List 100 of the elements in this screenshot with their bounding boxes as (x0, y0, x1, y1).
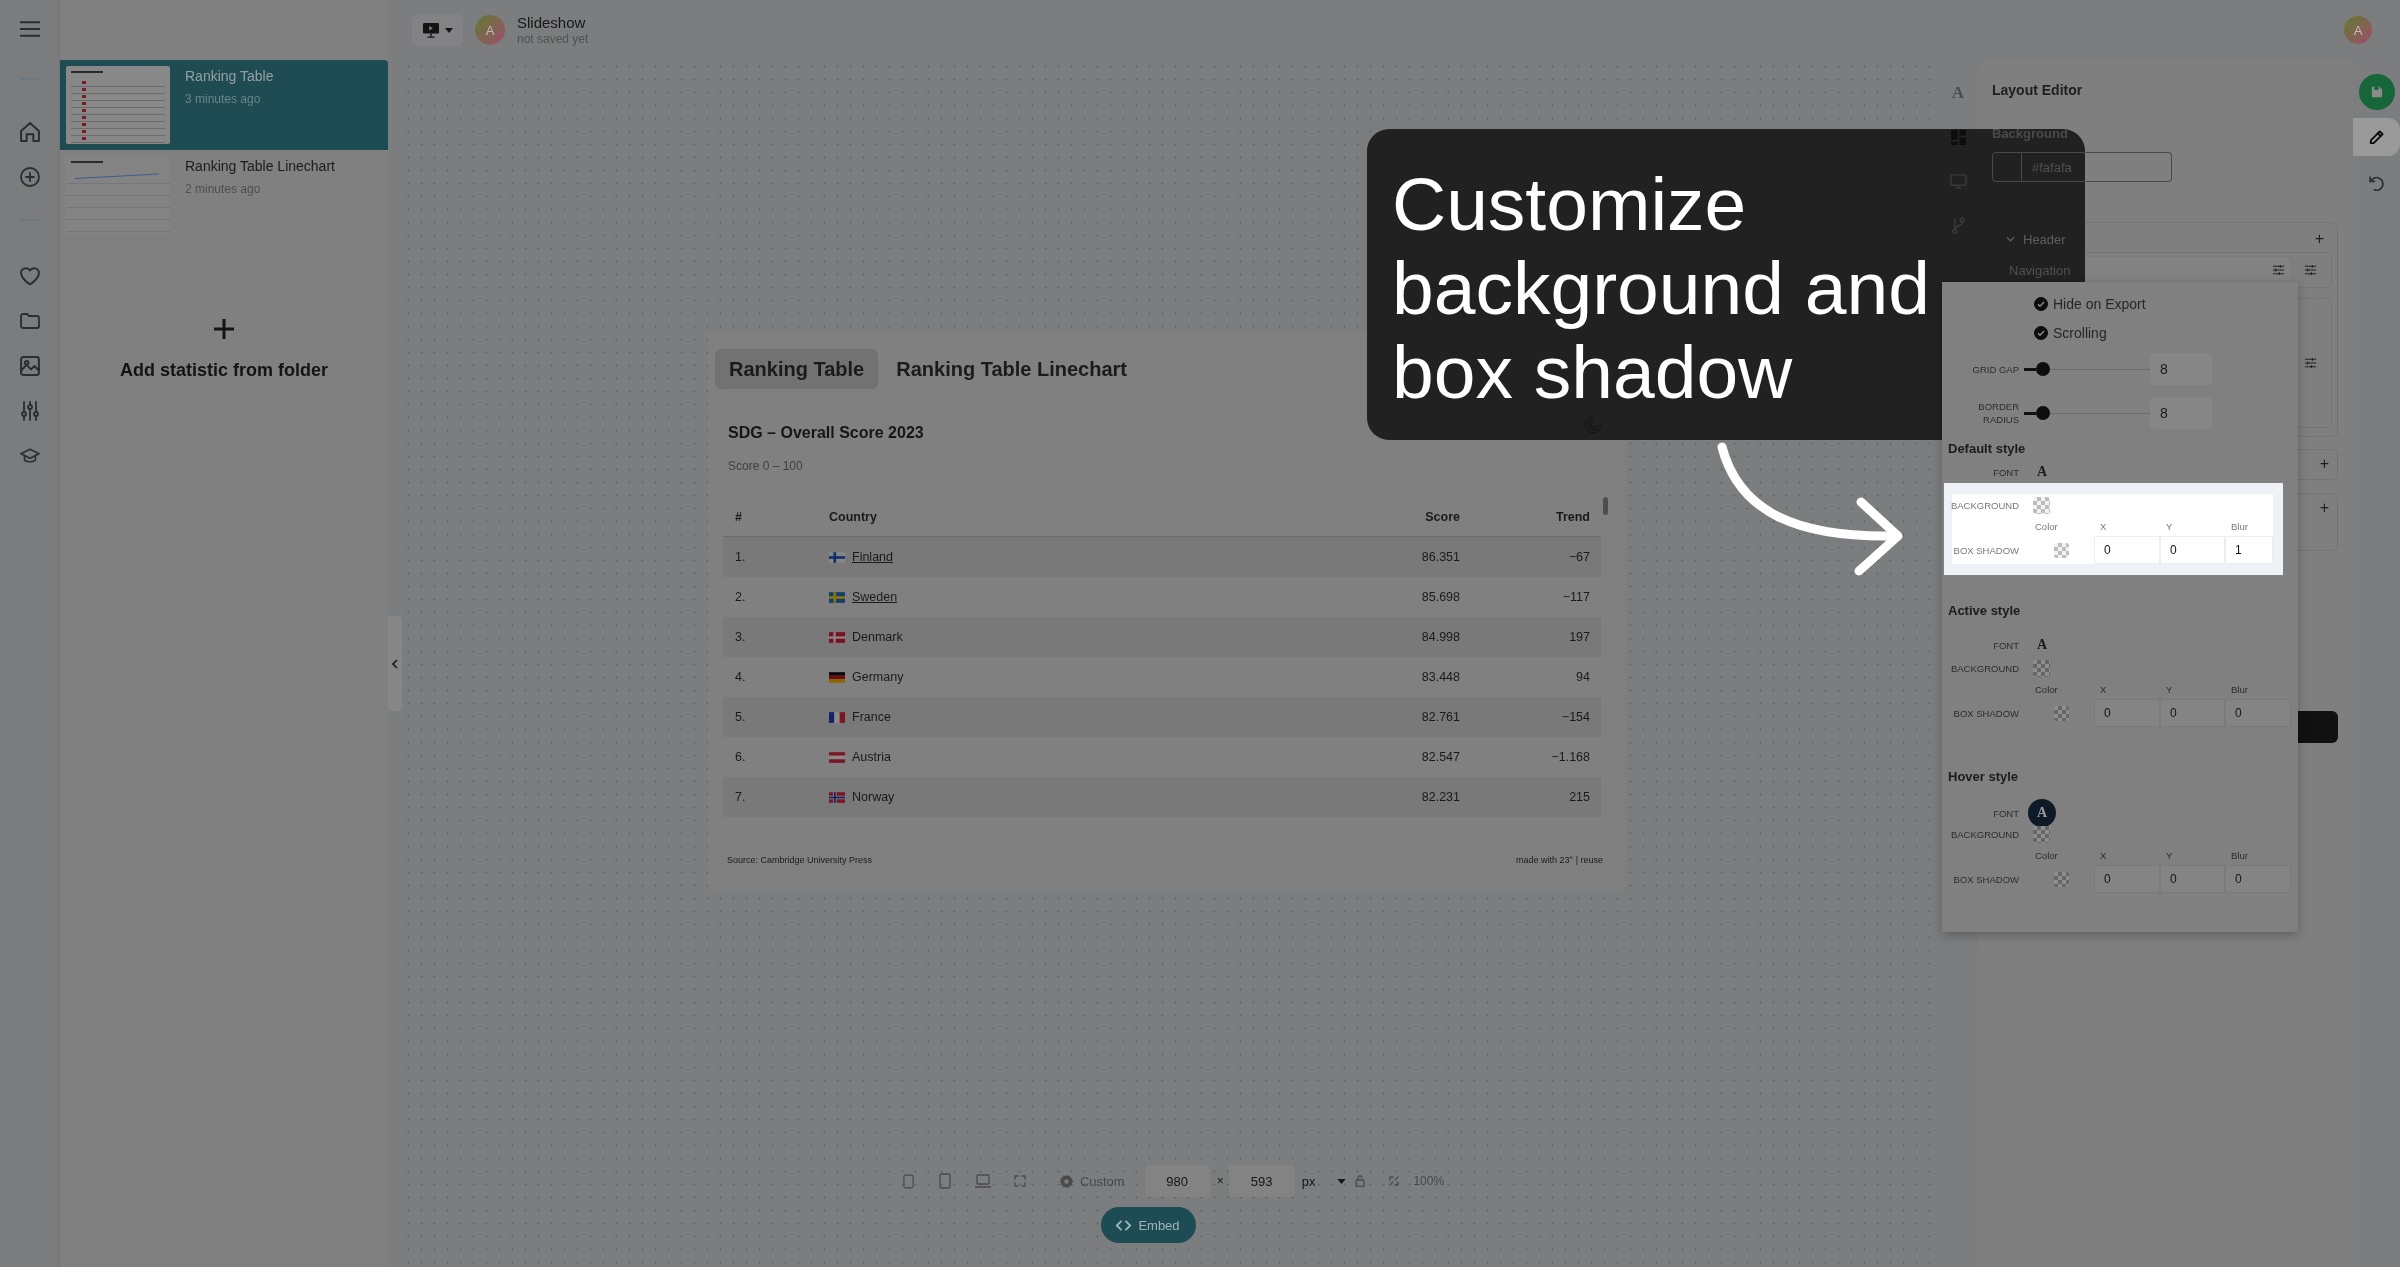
plus-circle-icon[interactable] (19, 167, 40, 187)
chart-tab[interactable]: Ranking Table (715, 349, 879, 389)
caret-down-icon (1337, 1178, 1347, 1184)
number-input[interactable]: 8 (2150, 397, 2212, 429)
home-icon[interactable] (19, 122, 40, 142)
color-swatch-icon[interactable] (2054, 542, 2069, 558)
column-label: X (2099, 683, 2107, 695)
country-name: France (852, 710, 891, 724)
number-input[interactable]: 8 (2150, 353, 2212, 385)
number-input[interactable]: 0 (2225, 699, 2291, 727)
fullscreen-icon[interactable] (1013, 1175, 1026, 1187)
number-input[interactable]: 0 (2160, 536, 2225, 564)
color-swatch-icon[interactable] (2033, 496, 2050, 514)
trend-cell: −67 (1568, 550, 1590, 564)
caret-down-icon (445, 27, 453, 33)
column-header: Country (829, 509, 877, 524)
number-input[interactable]: 0 (2225, 865, 2291, 893)
callout-text: Customize background and box shadow (1392, 162, 1931, 414)
phone-icon[interactable] (902, 1173, 914, 1189)
trend-cell: 197 (1569, 630, 1590, 644)
field-label: BORDER RADIUS (1977, 400, 2019, 426)
preset-button[interactable]: Custom (1058, 1173, 1125, 1189)
column-label: X (2099, 520, 2107, 532)
field-label: BOX SHADOW (1953, 872, 2019, 886)
score-cell: 85.698 (1421, 590, 1460, 604)
save-button[interactable] (2358, 74, 2395, 110)
undo-icon (2368, 174, 2385, 192)
field-label: BACKGROUND (1950, 498, 2019, 512)
layout-grid-icon[interactable] (1949, 128, 1967, 146)
number-input[interactable]: 0 (2160, 699, 2225, 727)
toggle-option[interactable]: Hide on Export (2034, 289, 2146, 318)
score-cell: 82.231 (1421, 790, 1460, 804)
column-header: Score (1425, 509, 1460, 524)
heart-icon[interactable] (19, 266, 40, 286)
present-dropdown-button[interactable] (412, 14, 463, 46)
slider-thumb[interactable] (2036, 406, 2051, 420)
width-input[interactable]: 980 (1144, 1165, 1210, 1197)
number-input[interactable]: 0 (2094, 865, 2160, 893)
color-swatch-icon[interactable] (2054, 871, 2069, 887)
column-label: Blur (2230, 849, 2248, 861)
add-button[interactable]: + (2310, 230, 2332, 248)
slide-time: 3 minutes ago (185, 91, 262, 107)
field-label: FONT (1993, 465, 2019, 479)
color-swatch-icon[interactable] (2054, 705, 2069, 721)
number-input[interactable]: 1 (2225, 536, 2273, 564)
field-label: BACKGROUND (1950, 827, 2019, 841)
color-swatch-icon[interactable] (2033, 825, 2050, 843)
font-glyph-button[interactable]: A (2033, 636, 2051, 654)
toggle-option[interactable]: Scrolling (2034, 318, 2107, 347)
credit-note: made with 23° | reuse (1516, 855, 1603, 866)
column-label: Y (2165, 849, 2173, 861)
avatar: A (475, 15, 505, 45)
laptop-icon[interactable] (974, 1174, 991, 1188)
country-name: Germany (852, 670, 904, 684)
trend-cell: −117 (1562, 590, 1590, 604)
tablet-icon[interactable] (938, 1173, 951, 1189)
resize-icon[interactable] (1389, 1176, 1400, 1186)
user-avatar[interactable]: A (2344, 16, 2372, 44)
image-icon[interactable] (19, 356, 40, 376)
sliders-icon[interactable] (19, 401, 40, 421)
slider-thumb[interactable] (2036, 362, 2051, 376)
score-cell: 82.547 (1421, 750, 1460, 764)
add-button[interactable]: + (2315, 455, 2337, 473)
section-heading: Active style (1948, 602, 2021, 620)
font-glyph-button[interactable]: A (2033, 463, 2051, 481)
unit-select[interactable]: px (1301, 1173, 1347, 1189)
add-button[interactable]: + (2315, 499, 2337, 517)
chart-tab[interactable]: Ranking Table Linechart (882, 349, 1141, 389)
sliders-icon[interactable] (2272, 264, 2285, 276)
chevron-down-icon[interactable] (2006, 236, 2015, 242)
sliders-icon[interactable] (2304, 357, 2317, 369)
menu-icon[interactable] (19, 21, 40, 37)
country-link[interactable]: Finland (852, 550, 893, 564)
add-statistic-button[interactable]: Add statistic from folder (120, 318, 328, 381)
folder-icon[interactable] (19, 311, 40, 331)
collapse-handle[interactable] (388, 616, 402, 711)
font-glyph-button[interactable]: A (2028, 799, 2056, 827)
scrollbar[interactable] (1603, 497, 1608, 515)
rank-cell-text: 3. (734, 630, 746, 644)
slide-item[interactable]: Ranking Table 3 minutes ago (60, 60, 388, 150)
number-input[interactable]: 0 (2160, 865, 2225, 893)
country-name: Norway (852, 790, 895, 804)
number-input[interactable]: 0 (2094, 536, 2160, 564)
flag-icon (829, 551, 845, 563)
color-swatch-icon[interactable] (2033, 659, 2050, 677)
country-name: Austria (852, 750, 891, 764)
section-heading: Default style (1948, 440, 2026, 458)
source-note: Source: Cambridge University Press (727, 855, 873, 866)
embed-button[interactable]: Embed (1100, 1207, 1196, 1243)
graduation-cap-icon[interactable] (19, 446, 40, 466)
flag-icon (829, 631, 845, 643)
lock-icon[interactable] (1355, 1175, 1366, 1187)
country-link[interactable]: Sweden (852, 590, 898, 604)
edit-tool-button[interactable] (2353, 118, 2400, 156)
number-input[interactable]: 0 (2094, 699, 2160, 727)
height-input[interactable]: 593 (1228, 1165, 1295, 1197)
column-label: Color (2034, 520, 2058, 532)
score-cell: 86.351 (1421, 550, 1460, 564)
field-label: FONT (1993, 806, 2019, 820)
sliders-icon[interactable] (2304, 264, 2317, 276)
